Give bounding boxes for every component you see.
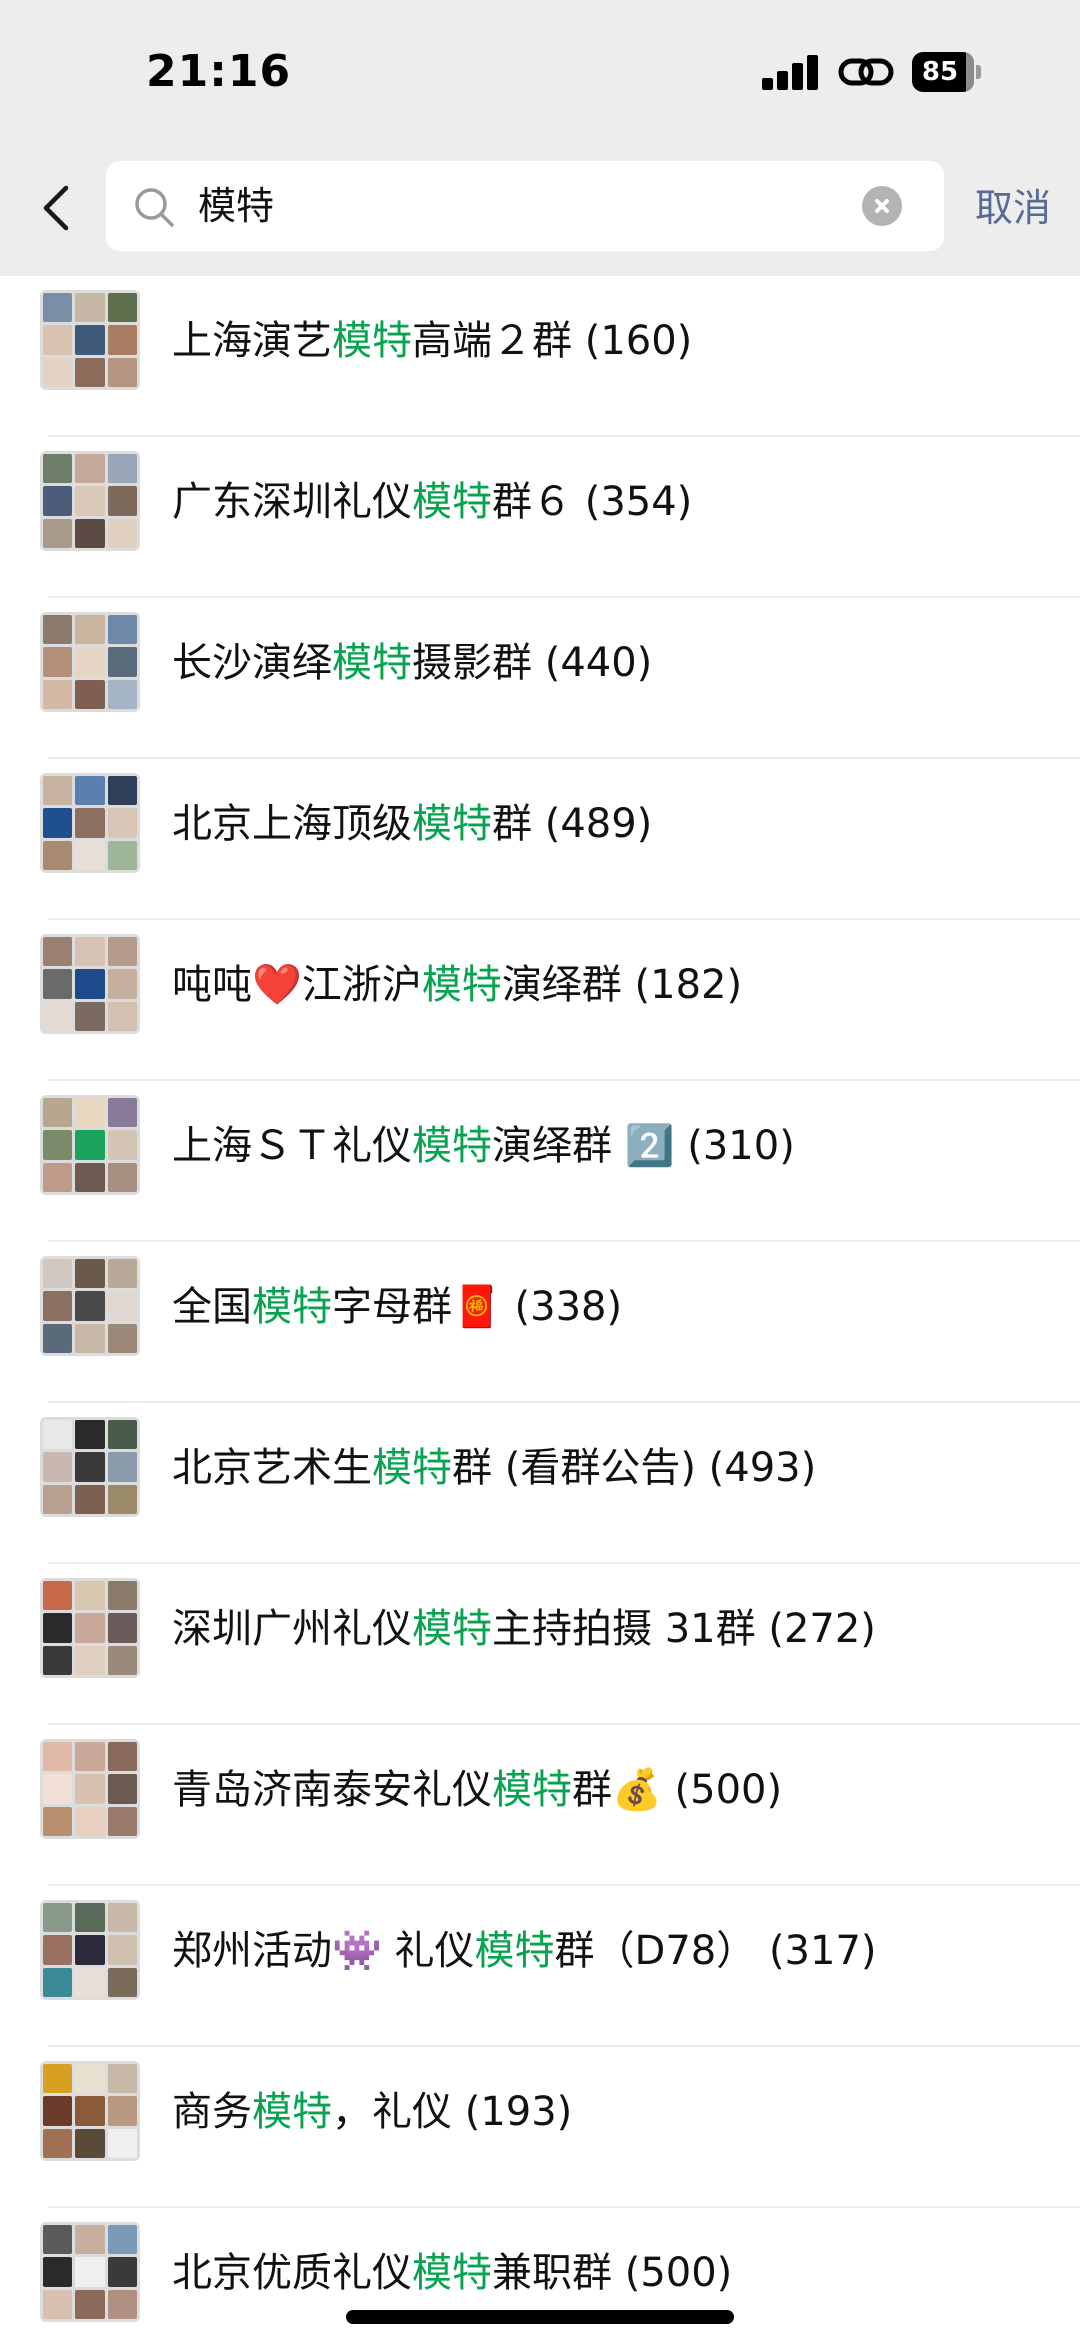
group-avatar [40, 1900, 140, 2000]
group-name: 吨吨❤️江浙沪模特演绎群 (182) [172, 962, 743, 1008]
group-avatar [40, 612, 140, 712]
group-avatar [40, 1256, 140, 1356]
battery-level: 85 [921, 57, 959, 87]
group-name: 北京艺术生模特群 (看群公告) (493) [172, 1445, 817, 1491]
group-name: 北京上海顶级模特群 (489) [172, 801, 653, 847]
list-item[interactable]: 上海ＳＴ礼仪模特演绎群 2️⃣ (310) [0, 1081, 1080, 1242]
list-item[interactable]: 吨吨❤️江浙沪模特演绎群 (182) [0, 920, 1080, 1081]
group-name: 深圳广州礼仪模特主持拍摄 31群 (272) [172, 1606, 876, 1652]
group-avatar [40, 290, 140, 390]
group-avatar [40, 451, 140, 551]
search-icon [135, 188, 174, 227]
cancel-button[interactable]: 取消 [975, 140, 1051, 276]
group-avatar [40, 2222, 140, 2322]
group-name: 上海ＳＴ礼仪模特演绎群 2️⃣ (310) [172, 1123, 795, 1169]
search-result-list: 上海演艺模特高端２群 (160) 广东深圳礼仪模特群６ (354) 长沙演绎模特… [0, 276, 1080, 2341]
list-item[interactable]: 北京艺术生模特群 (看群公告) (493) [0, 1403, 1080, 1564]
list-item[interactable]: 深圳广州礼仪模特主持拍摄 31群 (272) [0, 1564, 1080, 1725]
clear-search-icon[interactable] [862, 186, 902, 226]
group-name: 商务模特，礼仪 (193) [172, 2089, 573, 2135]
group-avatar [40, 1417, 140, 1517]
list-item[interactable]: 长沙演绎模特摄影群 (440) [0, 598, 1080, 759]
group-avatar [40, 773, 140, 873]
group-avatar [40, 1739, 140, 1839]
group-avatar [40, 1578, 140, 1678]
search-query: 模特 [198, 184, 275, 228]
group-name: 全国模特字母群🧧 (338) [172, 1284, 623, 1330]
cellular-signal-icon [762, 54, 820, 90]
list-item[interactable]: 广东深圳礼仪模特群６ (354) [0, 437, 1080, 598]
search-header: 模特 取消 [0, 140, 1080, 276]
group-name: 长沙演绎模特摄影群 (440) [172, 640, 653, 686]
battery-icon: 85 [912, 52, 984, 92]
list-item[interactable]: 上海演艺模特高端２群 (160) [0, 276, 1080, 437]
group-avatar [40, 2061, 140, 2161]
list-item[interactable]: 全国模特字母群🧧 (338) [0, 1242, 1080, 1403]
list-item[interactable]: 青岛济南泰安礼仪模特群💰 (500) [0, 1725, 1080, 1886]
list-item[interactable]: 商务模特，礼仪 (193) [0, 2047, 1080, 2208]
home-indicator [346, 2310, 734, 2324]
status-bar: 21:16 85 [0, 0, 1080, 140]
group-name: 上海演艺模特高端２群 (160) [172, 318, 693, 364]
group-avatar [40, 934, 140, 1034]
group-name: 广东深圳礼仪模特群６ (354) [172, 479, 693, 525]
group-name: 郑州活动👾 礼仪模特群（D78） (317) [172, 1928, 877, 1974]
status-time: 21:16 [146, 46, 292, 97]
search-input[interactable]: 模特 [106, 161, 944, 251]
list-item[interactable]: 北京上海顶级模特群 (489) [0, 759, 1080, 920]
list-item[interactable]: 郑州活动👾 礼仪模特群（D78） (317) [0, 1886, 1080, 2047]
group-avatar [40, 1095, 140, 1195]
back-icon[interactable] [30, 178, 84, 238]
link-icon [838, 58, 894, 86]
group-name: 青岛济南泰安礼仪模特群💰 (500) [172, 1767, 783, 1813]
